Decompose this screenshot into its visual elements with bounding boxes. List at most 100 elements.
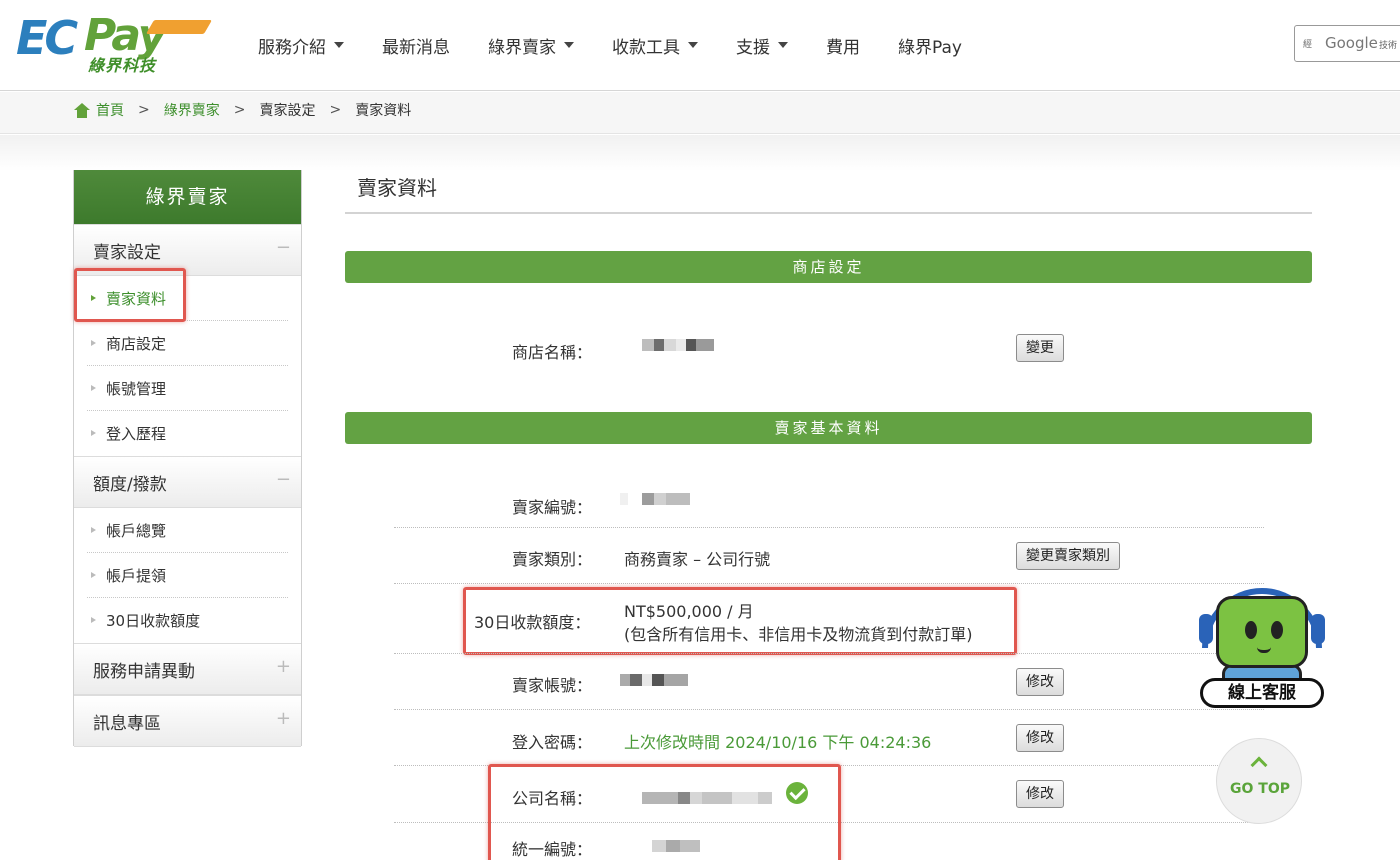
seller-type-value: 商務賣家 – 公司行號 xyxy=(624,550,771,569)
row-divider xyxy=(394,653,1264,654)
nav-label: 最新消息 xyxy=(382,37,450,58)
seller-no-label: 賣家編號： xyxy=(512,498,593,517)
seller-account-label: 賣家帳號： xyxy=(512,676,593,695)
sidebar-item-label: 登入歷程 xyxy=(106,425,167,443)
title-divider xyxy=(345,212,1312,214)
password-label: 登入密碼： xyxy=(512,733,593,752)
breadcrumb-seller-settings[interactable]: 賣家設定 xyxy=(259,100,315,120)
logo-subtitle: 綠界科技 xyxy=(88,56,157,75)
nav-item-fees[interactable]: 費用 xyxy=(826,33,860,58)
sidebar-item-30day-limit[interactable]: 30日收款額度 xyxy=(74,598,301,643)
breadcrumb-sellers[interactable]: 綠界賣家 xyxy=(164,100,220,120)
caret-down-icon xyxy=(688,42,698,48)
arrow-right-icon xyxy=(91,572,96,578)
redacted-seller-account xyxy=(620,674,688,686)
highlight-box-sidebar xyxy=(74,268,186,322)
sidebar-item-withdrawal[interactable]: 帳戶提領 xyxy=(74,553,301,598)
edit-company-name-button[interactable]: 修改 xyxy=(1016,780,1064,808)
highlight-box-limit xyxy=(463,587,1017,655)
breadcrumb-separator: > xyxy=(138,102,150,118)
sidebar-item-label: 帳號管理 xyxy=(106,380,167,398)
arrow-right-icon xyxy=(91,385,96,391)
nav-label: 支援 xyxy=(736,37,770,58)
sidebar-item-account-management[interactable]: 帳號管理 xyxy=(74,366,301,411)
redacted-store-name xyxy=(642,339,714,351)
page: EC Pay 綠界科技 服務介紹 最新消息 綠界賣家 收款工具 支援 費用 綠界… xyxy=(0,0,1400,860)
row-divider xyxy=(394,709,1264,710)
collapse-icon: − xyxy=(275,469,291,490)
site-header: EC Pay 綠界科技 服務介紹 最新消息 綠界賣家 收款工具 支援 費用 綠界… xyxy=(0,0,1400,91)
nav-label: 收款工具 xyxy=(612,37,680,58)
sidebar-item-label: 30日收款額度 xyxy=(106,612,201,630)
sidebar-title: 綠界賣家 xyxy=(74,170,301,224)
arrow-right-icon xyxy=(91,340,96,346)
logo-ec-text: EC xyxy=(16,11,78,65)
sidebar-section-label: 額度/撥款 xyxy=(93,475,167,495)
sidebar-section-label: 賣家設定 xyxy=(93,243,161,263)
nav-item-services[interactable]: 服務介紹 xyxy=(258,33,344,58)
nav-label: 費用 xyxy=(826,37,860,58)
nav-item-news[interactable]: 最新消息 xyxy=(382,33,450,58)
sidebar-section-limit-payout[interactable]: 額度/撥款 − xyxy=(74,456,301,508)
nav-item-payment-tools[interactable]: 收款工具 xyxy=(612,33,698,58)
row-divider xyxy=(394,527,1264,528)
sidebar: 綠界賣家 賣家設定 − 賣家資料 商店設定 帳號管理 登入歷程 額度/撥款 − xyxy=(73,170,302,747)
password-last-changed: 上次修改時間 2024/10/16 下午 04:24:36 xyxy=(624,733,932,752)
expand-icon: + xyxy=(275,656,291,677)
collapse-icon: − xyxy=(275,237,291,258)
breadcrumb-separator: > xyxy=(233,102,246,118)
logo-swoosh xyxy=(145,20,213,34)
ecpay-logo[interactable]: EC Pay 綠界科技 xyxy=(16,10,213,76)
sidebar-section-service-changes[interactable]: 服務申請異動 + xyxy=(74,643,301,695)
support-mascot-face xyxy=(1216,596,1308,668)
store-name-label: 商店名稱： xyxy=(512,343,593,362)
redacted-seller-no xyxy=(620,493,690,505)
online-support-widget[interactable]: 線上客服 xyxy=(1198,586,1326,710)
change-store-name-button[interactable]: 變更 xyxy=(1016,334,1064,362)
seller-type-label: 賣家類別： xyxy=(512,550,593,569)
sidebar-item-label: 帳戶總覽 xyxy=(106,522,167,540)
nav-label: 服務介紹 xyxy=(258,37,326,58)
sidebar-item-login-history[interactable]: 登入歷程 xyxy=(74,411,301,456)
nav-item-support[interactable]: 支援 xyxy=(736,33,788,58)
nav-item-ecpay-pay[interactable]: 綠界Pay xyxy=(898,33,962,58)
sidebar-section-messages[interactable]: 訊息專區 + xyxy=(74,695,301,747)
row-divider xyxy=(394,583,1264,584)
search-suffix: 技術 xyxy=(1379,41,1398,51)
breadcrumb-current: 賣家資料 xyxy=(355,103,412,119)
arrow-right-icon xyxy=(91,617,96,623)
sidebar-item-label: 商店設定 xyxy=(106,335,167,353)
arrow-right-icon xyxy=(91,430,96,436)
section-header-seller-basic: 賣家基本資料 xyxy=(345,412,1312,444)
change-seller-type-button[interactable]: 變更賣家類別 xyxy=(1016,542,1120,570)
section-header-store: 商店設定 xyxy=(345,251,1312,283)
google-search-input[interactable]: 經 Google 技術 xyxy=(1294,25,1400,62)
go-top-label: GO TOP xyxy=(1230,781,1290,797)
nav-label: 綠界Pay xyxy=(898,37,962,58)
caret-down-icon xyxy=(334,42,344,48)
nav-label: 綠界賣家 xyxy=(488,37,556,58)
google-label: Google xyxy=(1325,34,1378,52)
sidebar-section-label: 訊息專區 xyxy=(93,714,161,734)
highlight-box-company xyxy=(488,764,841,860)
breadcrumb-separator: > xyxy=(329,102,342,118)
sidebar-section-label: 服務申請異動 xyxy=(93,662,195,682)
arrow-right-icon xyxy=(91,527,96,533)
breadcrumb: 首頁 > 綠界賣家 > 賣家設定 > 賣家資料 xyxy=(74,100,411,120)
chevron-up-icon xyxy=(1250,756,1268,774)
support-label: 線上客服 xyxy=(1200,678,1324,708)
page-title: 賣家資料 xyxy=(357,176,437,200)
sidebar-item-store-settings[interactable]: 商店設定 xyxy=(74,321,301,366)
expand-icon: + xyxy=(275,708,291,729)
nav-item-sellers[interactable]: 綠界賣家 xyxy=(488,33,574,58)
content-band xyxy=(0,135,1400,171)
breadcrumb-home[interactable]: 首頁 xyxy=(96,100,124,120)
home-icon xyxy=(74,102,90,118)
go-top-button[interactable]: GO TOP xyxy=(1216,738,1302,824)
sidebar-item-account-overview[interactable]: 帳戶總覽 xyxy=(74,508,301,553)
caret-down-icon xyxy=(778,42,788,48)
edit-password-button[interactable]: 修改 xyxy=(1016,724,1064,752)
main-nav: 服務介紹 最新消息 綠界賣家 收款工具 支援 費用 綠界Pay xyxy=(258,33,1000,58)
edit-seller-account-button[interactable]: 修改 xyxy=(1016,668,1064,696)
caret-down-icon xyxy=(564,42,574,48)
